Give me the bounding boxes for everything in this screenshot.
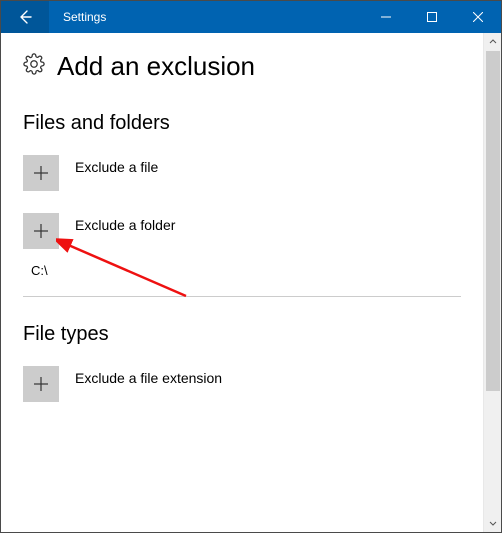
settings-window: Settings Add an exclusion Files and fold… [0, 0, 502, 533]
exclude-folder-button[interactable] [23, 213, 59, 249]
page-header: Add an exclusion [23, 51, 461, 82]
section-file-types-header: File types [23, 323, 461, 346]
back-button[interactable] [1, 1, 49, 33]
exclude-extension-row: Exclude a file extension [23, 366, 461, 402]
close-button[interactable] [455, 1, 501, 33]
exclude-file-row: Exclude a file [23, 155, 461, 191]
section-divider [23, 296, 461, 297]
maximize-button[interactable] [409, 1, 455, 33]
window-controls [363, 1, 501, 33]
gear-icon [23, 53, 45, 80]
exclude-folder-row: Exclude a folder [23, 213, 461, 249]
exclude-extension-button[interactable] [23, 366, 59, 402]
plus-icon [32, 164, 50, 182]
titlebar: Settings [1, 1, 501, 33]
content: Add an exclusion Files and folders Exclu… [1, 33, 483, 532]
scrollbar-thumb[interactable] [486, 51, 500, 391]
content-wrap: Add an exclusion Files and folders Exclu… [1, 33, 501, 532]
plus-icon [32, 222, 50, 240]
exclude-file-label: Exclude a file [75, 159, 158, 175]
chevron-down-icon [489, 519, 497, 527]
page-title: Add an exclusion [57, 51, 255, 82]
section-files-folders-header: Files and folders [23, 112, 461, 135]
plus-icon [32, 375, 50, 393]
close-icon [473, 12, 483, 22]
exclude-extension-label: Exclude a file extension [75, 370, 222, 386]
window-title: Settings [63, 10, 363, 24]
exclude-file-button[interactable] [23, 155, 59, 191]
maximize-icon [427, 12, 437, 22]
existing-exclusion[interactable]: C:\ [31, 263, 461, 278]
minimize-icon [381, 12, 391, 22]
back-arrow-icon [16, 8, 34, 26]
exclude-folder-label: Exclude a folder [75, 217, 175, 233]
scroll-down-button[interactable] [484, 514, 501, 532]
scroll-up-button[interactable] [484, 33, 501, 51]
chevron-up-icon [489, 38, 497, 46]
minimize-button[interactable] [363, 1, 409, 33]
vertical-scrollbar[interactable] [483, 33, 501, 532]
